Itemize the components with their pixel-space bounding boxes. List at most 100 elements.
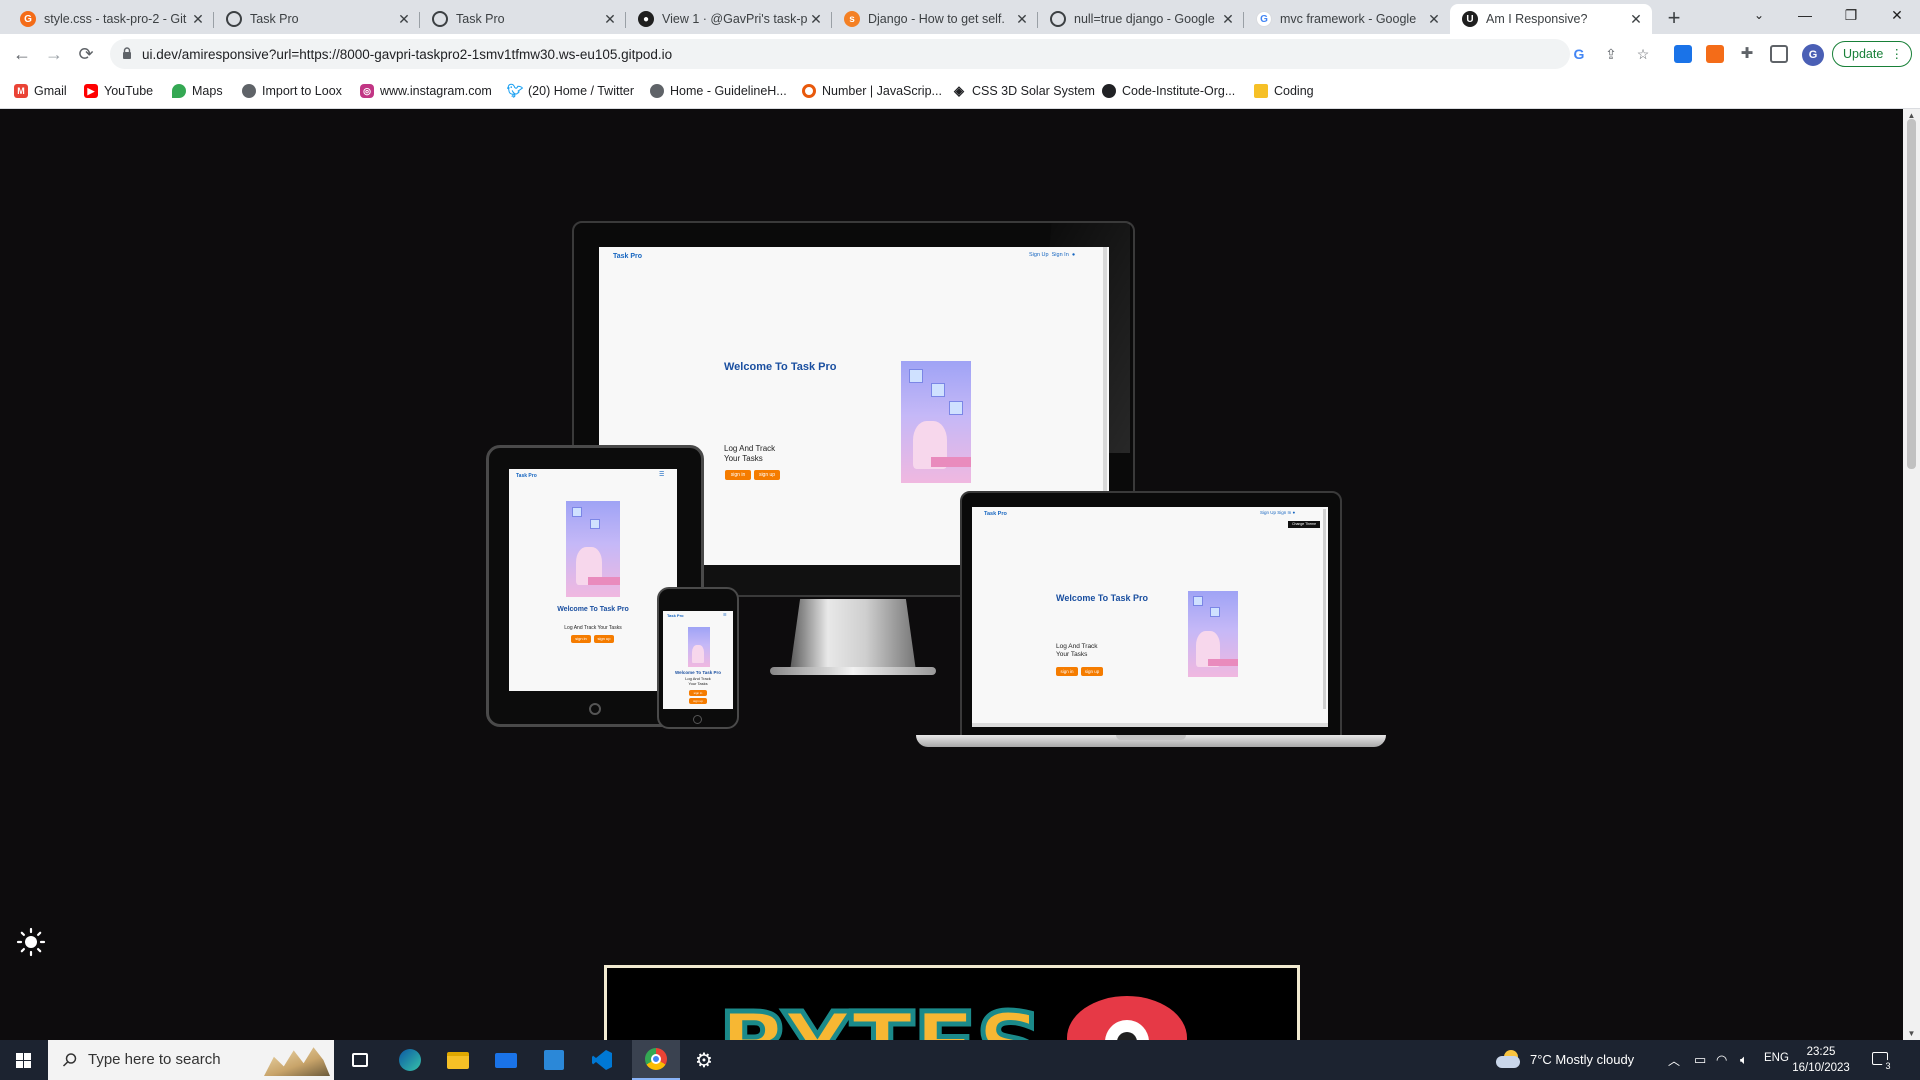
task-view-icon[interactable]	[336, 1040, 384, 1080]
bookmark-star-icon[interactable]: ☆	[1634, 45, 1652, 63]
restore-button[interactable]: ❐	[1828, 0, 1874, 30]
close-icon[interactable]: ✕	[396, 11, 412, 27]
folder-icon	[1254, 84, 1268, 98]
twitter-icon: 🐦︎	[506, 83, 524, 98]
mockup-signin-button: sign in	[725, 470, 751, 480]
close-icon[interactable]: ✕	[190, 11, 206, 27]
bookmark-label: Code-Institute-Org...	[1122, 84, 1236, 98]
minimize-button[interactable]: —	[1782, 0, 1828, 30]
maps-icon	[172, 84, 186, 98]
windows-start-icon[interactable]	[0, 1040, 48, 1080]
tab-style-css[interactable]: G style.css - task-pro-2 - Git ✕	[8, 4, 214, 34]
tab-search-icon[interactable]: ⌄	[1736, 0, 1782, 30]
new-tab-button[interactable]: +	[1660, 4, 1688, 32]
notification-center-icon[interactable]: 3	[1870, 1050, 1894, 1072]
close-icon[interactable]: ✕	[1426, 11, 1442, 27]
mockup-signin-button: sign in	[571, 635, 591, 643]
tab-task-pro[interactable]: Task Pro ✕	[214, 4, 420, 34]
close-icon[interactable]: ✕	[1628, 11, 1644, 27]
profile-avatar[interactable]: G	[1802, 44, 1824, 66]
bookmark-twitter[interactable]: 🐦︎ (20) Home / Twitter	[506, 82, 635, 100]
mockup-brand: Task Pro	[613, 253, 643, 260]
sun-icon[interactable]	[16, 927, 46, 957]
bookmark-label: (20) Home / Twitter	[528, 84, 635, 98]
side-panel-icon[interactable]	[1770, 45, 1788, 63]
address-bar[interactable]: ui.dev/amiresponsive?url=https://8000-ga…	[110, 39, 1649, 69]
clock-time: 23:25	[1806, 1046, 1836, 1058]
close-icon[interactable]: ✕	[808, 11, 824, 27]
bookmark-folder-coding[interactable]: Coding	[1254, 82, 1314, 100]
mockup-brand: Task Pro	[516, 473, 537, 479]
close-window-button[interactable]: ✕	[1874, 0, 1920, 30]
bookmark-css-solar[interactable]: ◈ CSS 3D Solar System	[952, 82, 1095, 100]
update-label: Update	[1843, 47, 1884, 61]
clock-date: 16/10/2023	[1792, 1062, 1850, 1074]
wifi-icon[interactable]: ◠	[1716, 1052, 1727, 1068]
bookmark-gmail[interactable]: M Gmail	[14, 82, 67, 100]
bookmark-maps[interactable]: Maps	[172, 82, 223, 100]
weather-cloud-icon[interactable]	[1494, 1048, 1522, 1070]
scroll-down-icon[interactable]: ▼	[1903, 1029, 1920, 1038]
tab-am-i-responsive[interactable]: U Am I Responsive? ✕	[1450, 4, 1652, 34]
mockup-brand: Task Pro	[984, 511, 1007, 517]
update-button[interactable]: Update ⋮	[1832, 41, 1912, 67]
store-icon[interactable]	[530, 1040, 578, 1080]
page-scrollbar[interactable]: ▲ ▼	[1903, 109, 1920, 1040]
mockup-heading: Welcome To Task Pro	[724, 361, 837, 373]
file-explorer-icon[interactable]	[434, 1040, 482, 1080]
share-icon[interactable]: ⇪	[1602, 45, 1620, 63]
google-icon: G	[1256, 11, 1272, 27]
google-lens-icon[interactable]: G	[1570, 45, 1588, 63]
close-icon[interactable]: ✕	[1220, 11, 1236, 27]
promo-card[interactable]: BYTES	[604, 965, 1300, 1040]
ui-dev-icon: U	[1462, 11, 1478, 27]
bookmark-guideline[interactable]: Home - GuidelineH...	[650, 82, 787, 100]
github-icon: ●	[638, 11, 654, 27]
close-icon[interactable]: ✕	[602, 11, 618, 27]
mockup-signup-button: sign up	[754, 470, 780, 480]
extension-orange-icon[interactable]	[1706, 45, 1724, 63]
bookmark-import-loox[interactable]: Import to Loox	[242, 82, 342, 100]
taskbar-search[interactable]: Type here to search	[48, 1040, 334, 1080]
monitor-base	[770, 667, 936, 675]
tab-django[interactable]: s Django - How to get self. ✕	[832, 4, 1038, 34]
scrollbar-thumb[interactable]	[1907, 119, 1916, 469]
hamburger-icon: ☰	[723, 612, 727, 617]
bookmark-youtube[interactable]: ▶ YouTube	[84, 82, 153, 100]
vscode-icon[interactable]	[578, 1040, 626, 1080]
tray-chevron-icon[interactable]: ︿	[1668, 1052, 1680, 1069]
chrome-icon[interactable]	[632, 1040, 680, 1080]
back-button[interactable]: ←	[8, 40, 36, 68]
instagram-icon: ◎	[360, 84, 374, 98]
gitpod-icon: G	[20, 11, 36, 27]
phone-screen: Task Pro ☰ Welcome To Task Pro Log And T…	[663, 611, 733, 709]
more-menu-icon[interactable]: ⋮	[1891, 42, 1904, 66]
reload-button[interactable]: ⟳	[72, 40, 100, 68]
tab-task-pro-2[interactable]: Task Pro ✕	[420, 4, 626, 34]
bookmark-label: Number | JavaScrip...	[822, 84, 942, 98]
tab-null-true[interactable]: null=true django - Google ✕	[1038, 4, 1244, 34]
settings-gear-icon[interactable]: ⚙	[680, 1040, 728, 1080]
taskbar-clock[interactable]: 23:25 16/10/2023	[1786, 1044, 1856, 1076]
volume-icon[interactable]: 🔈︎	[1740, 1052, 1748, 1068]
tab-github-view[interactable]: ● View 1 · @GavPri's task-p ✕	[626, 4, 832, 34]
bookmark-code-institute[interactable]: Code-Institute-Org...	[1102, 82, 1235, 100]
react-devtools-icon[interactable]	[1674, 45, 1692, 63]
battery-icon[interactable]: ▭	[1694, 1052, 1706, 1068]
tab-mvc[interactable]: G mvc framework - Google ✕	[1244, 4, 1450, 34]
extensions-puzzle-icon[interactable]: ✚	[1738, 45, 1756, 63]
edge-icon[interactable]	[386, 1040, 434, 1080]
forward-button[interactable]: →	[40, 40, 68, 68]
tab-title: style.css - task-pro-2 - Git	[44, 12, 187, 26]
mail-icon[interactable]	[482, 1040, 530, 1080]
laptop-screen: Task Pro Sign Up Sign In ● Change Theme …	[972, 507, 1328, 727]
bookmark-instagram[interactable]: ◎ www.instagram.com	[360, 82, 492, 100]
weather-text[interactable]: 7°C Mostly cloudy	[1530, 1052, 1634, 1067]
mockup-signup-button: sign up	[1081, 667, 1103, 676]
circle-icon	[802, 84, 816, 98]
globe-icon	[226, 11, 242, 27]
hamburger-icon: ☰	[659, 472, 665, 478]
bookmark-number-js[interactable]: Number | JavaScrip...	[802, 82, 942, 100]
close-icon[interactable]: ✕	[1014, 11, 1030, 27]
globe-icon	[242, 84, 256, 98]
